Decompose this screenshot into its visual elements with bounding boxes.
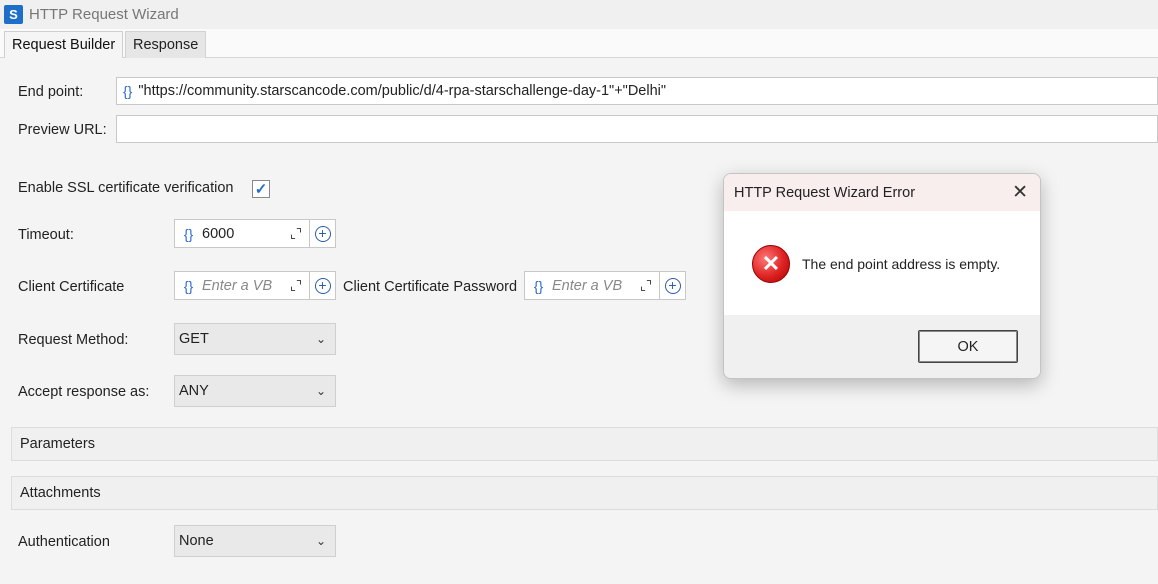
chevron-down-icon: ⌄	[315, 384, 326, 398]
authentication-value: None	[179, 533, 214, 549]
timeout-input[interactable]: {} 6000 ⌞⌝ +	[174, 219, 336, 248]
expression-brace-icon[interactable]: {}	[117, 83, 138, 99]
endpoint-input[interactable]: {} "https://community.starscancode.com/p…	[116, 77, 1158, 105]
expression-brace-icon[interactable]: {}	[175, 226, 202, 242]
plus-circle-icon: +	[314, 277, 331, 294]
client-certificate-password-input[interactable]: {} Enter a VB ⌞⌝ +	[524, 271, 686, 300]
dialog-title: HTTP Request Wizard Error	[734, 184, 916, 201]
preview-url-label: Preview URL:	[18, 122, 107, 138]
tab-response[interactable]: Response	[125, 31, 207, 58]
checkmark-icon: ✓	[254, 181, 268, 198]
ssl-verification-checkbox[interactable]: ✓	[252, 180, 270, 198]
request-method-select[interactable]: GET ⌄	[174, 323, 336, 355]
endpoint-label: End point:	[18, 84, 84, 100]
expand-editor-icon[interactable]: ⌞⌝	[633, 278, 659, 294]
timeout-value: 6000	[202, 225, 235, 242]
dialog-message: The end point address is empty.	[802, 256, 1001, 272]
client-certificate-placeholder: Enter a VB	[202, 277, 273, 294]
attachments-section-header[interactable]: Attachments	[11, 476, 1158, 510]
error-dialog: HTTP Request Wizard Error ✕ ✕ The end po…	[723, 173, 1041, 379]
dialog-footer: OK	[724, 315, 1040, 378]
app-logo-icon: S	[4, 5, 23, 24]
endpoint-value: "https://community.starscancode.com/publ…	[138, 83, 667, 99]
dialog-body: ✕ The end point address is empty.	[724, 211, 1040, 317]
ssl-verification-label: Enable SSL certificate verification	[18, 180, 234, 196]
chevron-down-icon: ⌄	[315, 534, 326, 548]
title-bar: S HTTP Request Wizard	[0, 0, 1158, 29]
parameters-section-header[interactable]: Parameters	[11, 427, 1158, 461]
request-method-value: GET	[179, 331, 209, 347]
error-icon: ✕	[752, 245, 790, 283]
request-method-label: Request Method:	[18, 332, 129, 348]
window-title: HTTP Request Wizard	[29, 6, 179, 23]
client-certificate-input[interactable]: {} Enter a VB ⌞⌝ +	[174, 271, 336, 300]
accept-response-select[interactable]: ANY ⌄	[174, 375, 336, 407]
add-variable-button[interactable]: +	[309, 220, 335, 247]
client-certificate-label: Client Certificate	[18, 279, 125, 295]
plus-circle-icon: +	[664, 277, 681, 294]
close-icon[interactable]: ✕	[1012, 181, 1028, 204]
accept-response-value: ANY	[179, 383, 209, 399]
timeout-label: Timeout:	[18, 227, 74, 243]
chevron-down-icon: ⌄	[315, 332, 326, 346]
dialog-title-bar: HTTP Request Wizard Error ✕	[724, 174, 1040, 211]
ok-button[interactable]: OK	[918, 330, 1018, 363]
expand-editor-icon[interactable]: ⌞⌝	[283, 278, 309, 294]
client-certificate-password-placeholder: Enter a VB	[552, 277, 623, 294]
client-certificate-password-label: Client Certificate Password	[343, 279, 518, 295]
preview-url-input[interactable]	[116, 115, 1158, 143]
authentication-select[interactable]: None ⌄	[174, 525, 336, 557]
tab-request-builder[interactable]: Request Builder	[4, 31, 124, 58]
tab-strip: Request Builder Response	[0, 29, 1158, 58]
expression-brace-icon[interactable]: {}	[175, 278, 202, 294]
add-variable-button[interactable]: +	[309, 272, 335, 299]
expand-editor-icon[interactable]: ⌞⌝	[283, 226, 309, 242]
plus-circle-icon: +	[314, 225, 331, 242]
accept-response-label: Accept response as:	[18, 384, 150, 400]
authentication-label: Authentication	[18, 534, 110, 550]
expression-brace-icon[interactable]: {}	[525, 278, 552, 294]
add-variable-button[interactable]: +	[659, 272, 685, 299]
